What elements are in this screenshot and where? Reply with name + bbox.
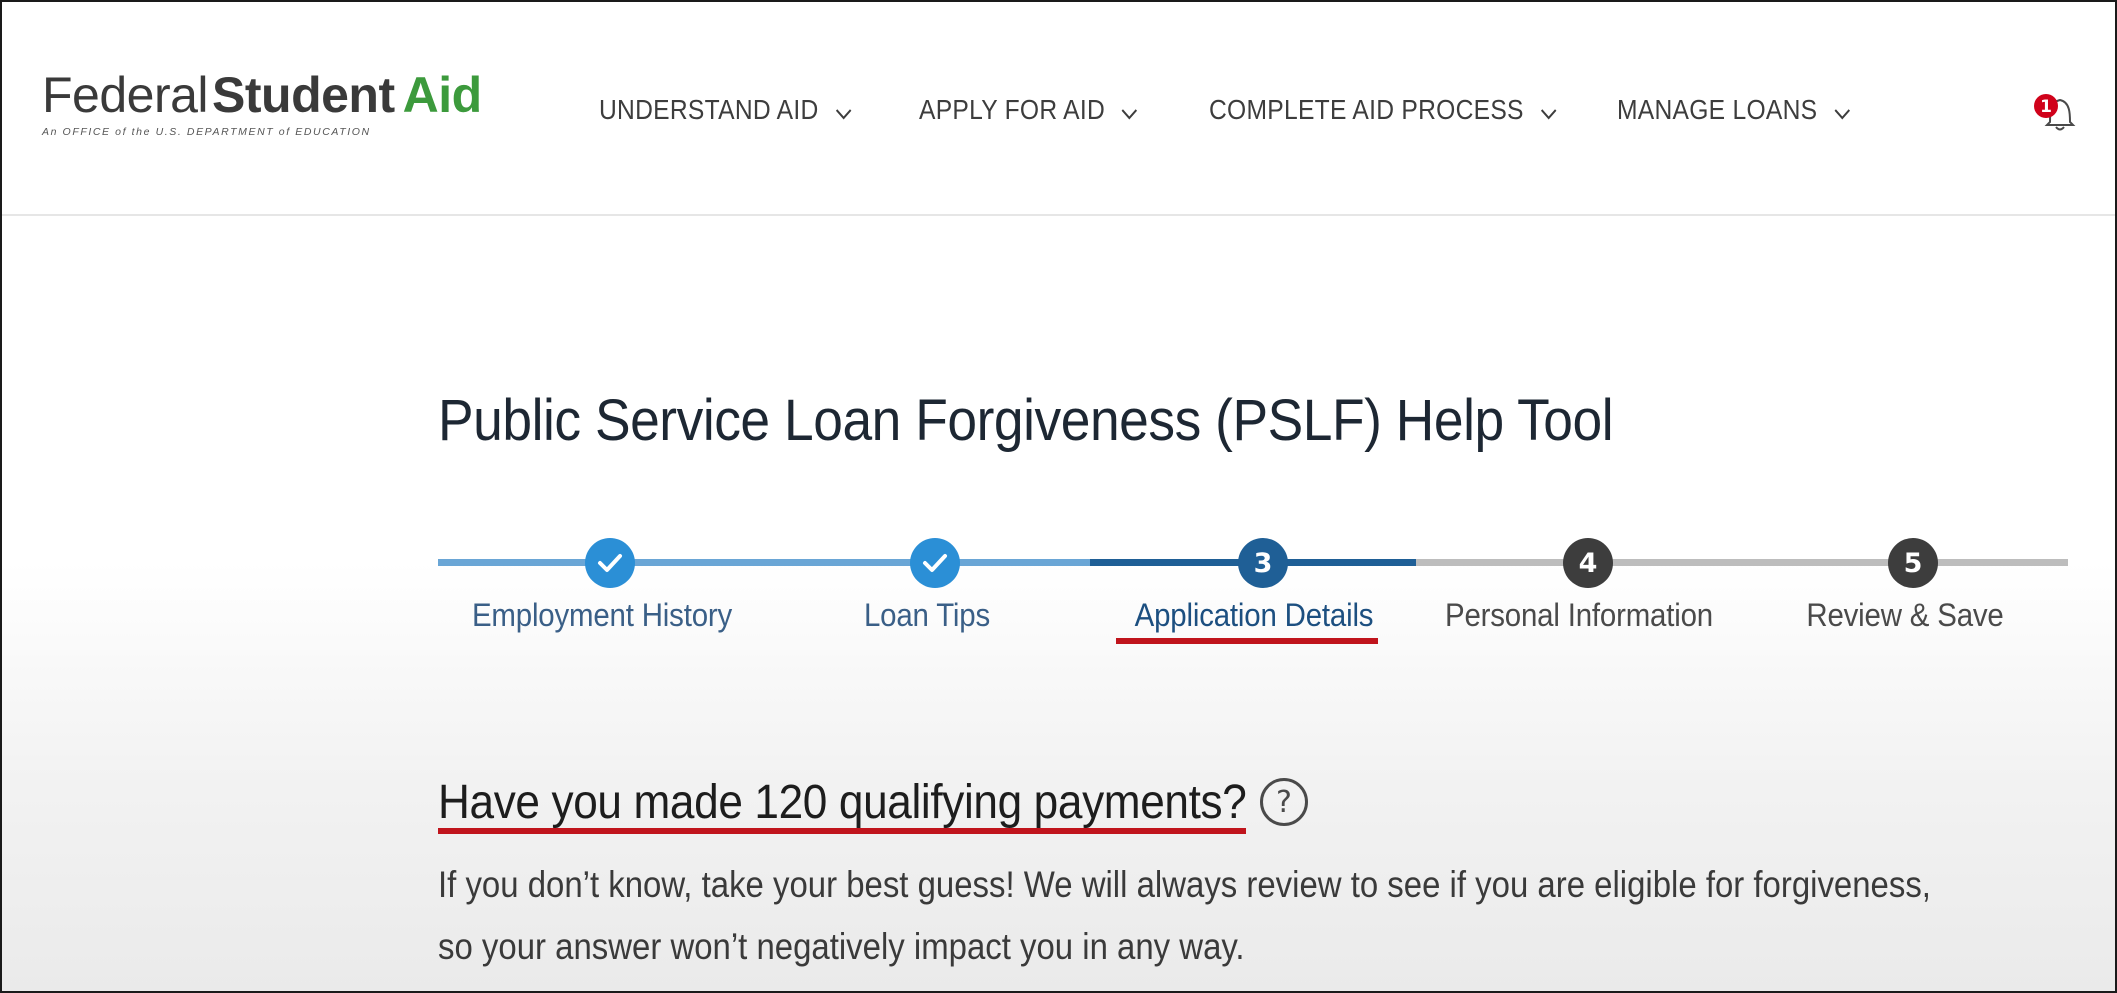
logo-tagline: An OFFICE of the U.S. DEPARTMENT of EDUC… bbox=[42, 126, 371, 138]
notifications-button[interactable]: 1 bbox=[2032, 90, 2080, 134]
chevron-down-icon bbox=[1121, 96, 1139, 128]
browser-frame: FederalStudent Aid An OFFICE of the U.S. … bbox=[0, 0, 2117, 993]
step-4-upcoming: 4 bbox=[1563, 538, 1613, 588]
step-label-application-details: Application Details bbox=[1134, 597, 1374, 633]
question-heading: Have you made 120 qualifying payments? bbox=[438, 776, 1247, 829]
stepper-track-current bbox=[1090, 559, 1416, 566]
step-1-complete[interactable] bbox=[585, 538, 635, 588]
logo-word-aid: Aid bbox=[402, 67, 483, 123]
question-circle-icon[interactable]: ? bbox=[1260, 778, 1308, 826]
nav-complete-aid-process[interactable]: COMPLETE AID PROCESS bbox=[1209, 94, 1557, 128]
federal-student-aid-logo[interactable]: FederalStudent Aid An OFFICE of the U.S. … bbox=[42, 70, 482, 138]
nav-understand-aid[interactable]: UNDERSTAND AID bbox=[599, 94, 852, 128]
step-2-complete[interactable] bbox=[910, 538, 960, 588]
nav-label: COMPLETE AID PROCESS bbox=[1209, 94, 1524, 125]
check-icon bbox=[598, 554, 622, 572]
site-header: FederalStudent Aid An OFFICE of the U.S. … bbox=[2, 2, 2115, 216]
annotation-underline-current-step bbox=[1116, 638, 1378, 644]
step-number: 5 bbox=[1903, 547, 1923, 579]
check-icon bbox=[923, 554, 947, 572]
description-line-1: If you don’t know, take your best guess!… bbox=[438, 864, 1931, 905]
logo-word-student: Student bbox=[212, 67, 395, 123]
step-label-employment-history[interactable]: Employment History bbox=[472, 597, 732, 634]
chevron-down-icon bbox=[834, 96, 852, 128]
step-label-loan-tips[interactable]: Loan Tips bbox=[864, 597, 990, 634]
page-title: Public Service Loan Forgiveness (PSLF) H… bbox=[438, 388, 1614, 453]
nav-manage-loans[interactable]: MANAGE LOANS bbox=[1617, 94, 1851, 128]
bell-icon: 1 bbox=[2034, 94, 2076, 131]
question-description: If you don’t know, take your best guess!… bbox=[438, 854, 1933, 978]
stepper-track-upcoming bbox=[1416, 559, 2068, 566]
help-glyph: ? bbox=[1276, 784, 1292, 820]
step-5-upcoming: 5 bbox=[1888, 538, 1938, 588]
step-number: 3 bbox=[1253, 547, 1273, 579]
logo-word-federal: Federal bbox=[42, 67, 209, 123]
chevron-down-icon bbox=[1833, 96, 1851, 128]
nav-label: UNDERSTAND AID bbox=[599, 94, 819, 125]
notification-count: 1 bbox=[2040, 97, 2052, 117]
description-line-2: so your answer won’t negatively impact y… bbox=[438, 926, 1245, 967]
nav-apply-for-aid[interactable]: APPLY FOR AID bbox=[919, 94, 1138, 128]
step-label-personal-information: Personal Information bbox=[1445, 597, 1713, 633]
annotation-underline-question bbox=[438, 828, 1246, 834]
step-number: 4 bbox=[1578, 547, 1598, 579]
step-label-review-save: Review & Save bbox=[1806, 597, 2004, 633]
stepper-track-complete bbox=[438, 559, 1090, 566]
nav-label: APPLY FOR AID bbox=[919, 94, 1106, 125]
step-3-current: 3 bbox=[1238, 538, 1288, 588]
nav-label: MANAGE LOANS bbox=[1617, 94, 1818, 125]
chevron-down-icon bbox=[1540, 96, 1558, 128]
